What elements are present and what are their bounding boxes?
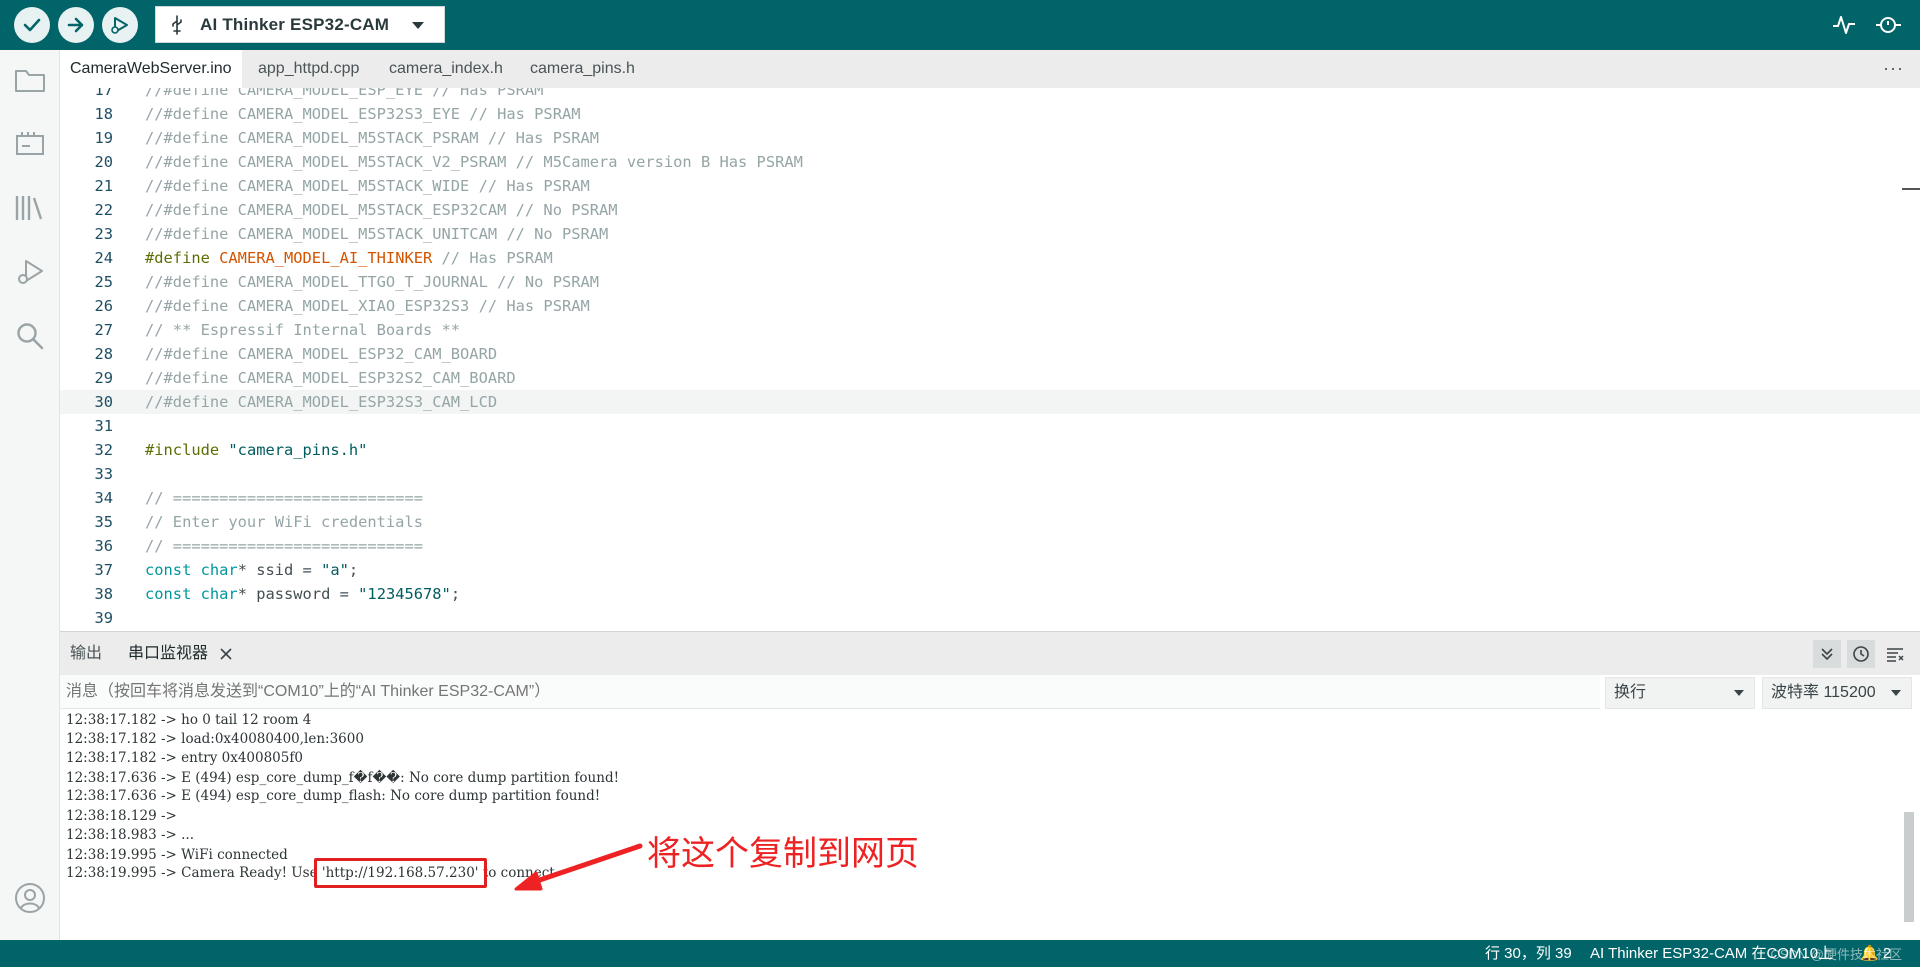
status-bar: 行 30，列 39 AI Thinker ESP32-CAM 在COM10上 🔔… xyxy=(0,940,1920,967)
annotation-arrow xyxy=(514,843,643,891)
url-highlight-box xyxy=(313,858,487,888)
annotation-text: 将这个复制到网页 xyxy=(647,834,919,874)
cursor-position: 行 30，列 39 xyxy=(1485,945,1572,962)
watermark: CSDN @硬件技术社区 xyxy=(1770,947,1902,962)
